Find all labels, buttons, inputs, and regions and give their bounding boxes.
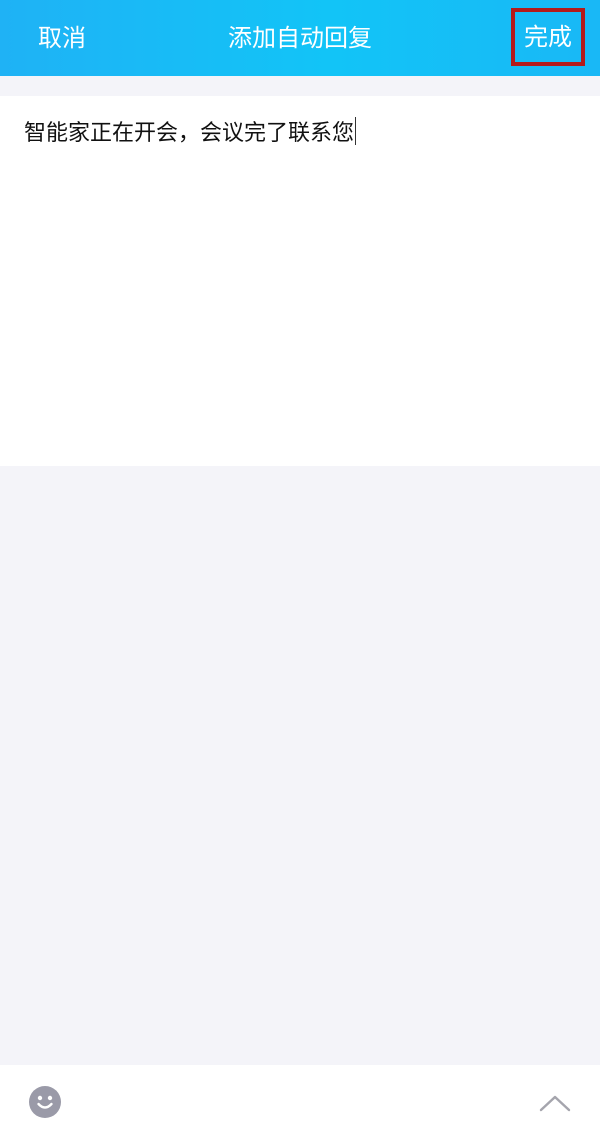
smiley-face-icon[interactable]: [29, 1086, 61, 1118]
reply-text-area[interactable]: 智能家正在开会，会议完了联系您: [0, 96, 600, 466]
page-title: 添加自动回复: [228, 24, 372, 52]
auto-reply-screen: 取消 添加自动回复 完成 智能家正在开会，会议完了联系您: [0, 0, 600, 1130]
input-toolbar: [0, 1065, 600, 1130]
text-cursor: [355, 117, 357, 145]
chevron-up-icon[interactable]: [538, 1093, 572, 1113]
header-bar: 取消 添加自动回复 完成: [0, 0, 600, 76]
reply-text-content[interactable]: 智能家正在开会，会议完了联系您: [24, 116, 357, 152]
reply-text: 智能家正在开会，会议完了联系您: [24, 121, 355, 146]
done-button[interactable]: 完成: [511, 8, 585, 66]
